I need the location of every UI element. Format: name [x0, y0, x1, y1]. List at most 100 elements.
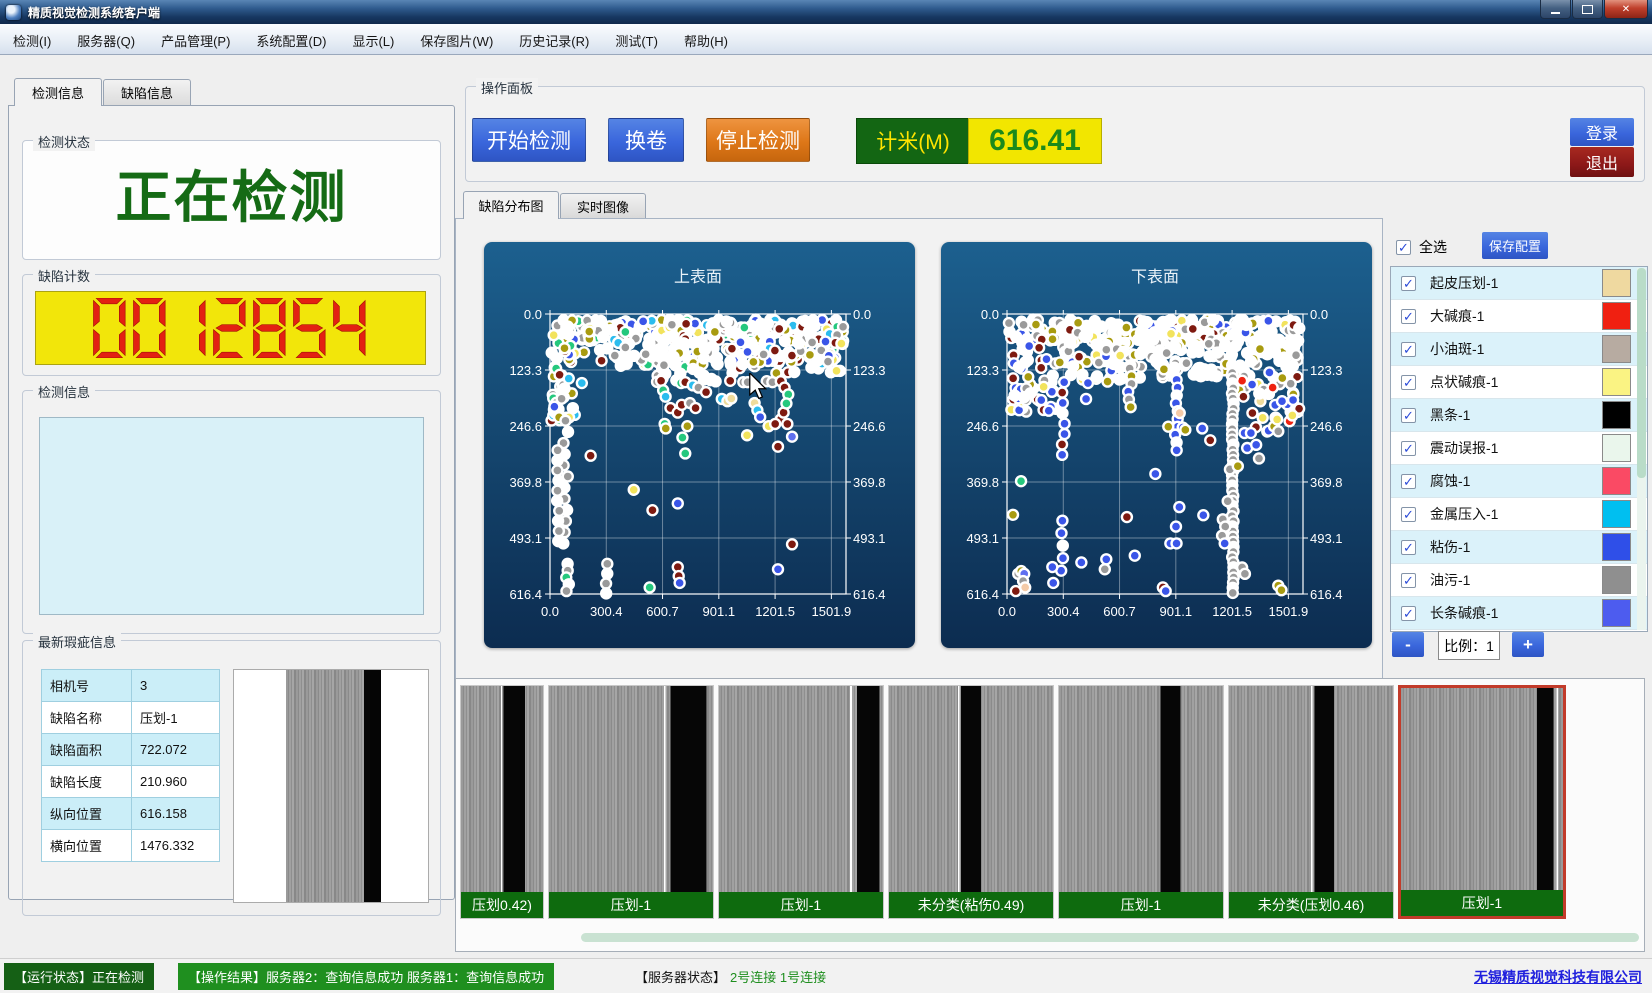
legend-scrollbar[interactable] — [1637, 268, 1646, 630]
latest-defect-image — [233, 669, 429, 903]
thumbnail-1[interactable]: 压划-1 — [548, 685, 714, 919]
legend-checkbox[interactable]: ✓ — [1401, 573, 1416, 588]
title-bar: 精质视觉检测系统客户端 ✕ — [0, 0, 1652, 24]
tab-detect-info[interactable]: 检测信息 — [14, 78, 102, 106]
legend-label: 点状碱痕-1 — [1430, 372, 1602, 392]
window-title: 精质视觉检测系统客户端 — [28, 4, 160, 21]
thumbnail-5[interactable]: 未分类(压划0.46) — [1228, 685, 1394, 919]
logout-button[interactable]: 退出 — [1570, 147, 1634, 177]
tab-defect-map[interactable]: 缺陷分布图 — [463, 191, 559, 219]
table-row: 缺陷长度210.960 — [42, 766, 220, 798]
company-link[interactable]: 无锡精质视觉科技有限公司 — [1474, 967, 1642, 987]
thumbnail-3[interactable]: 未分类(粘伤0.49) — [888, 685, 1054, 919]
thumbnail-label: 未分类(粘伤0.49) — [889, 892, 1053, 918]
legend-scroll-thumb[interactable] — [1637, 268, 1646, 478]
svg-text:600.7: 600.7 — [646, 604, 679, 619]
select-all-checkbox[interactable]: ✓ — [1396, 240, 1411, 255]
legend-checkbox[interactable]: ✓ — [1401, 441, 1416, 456]
legend-checkbox[interactable]: ✓ — [1401, 540, 1416, 555]
legend-item-0[interactable]: ✓起皮压划-1 — [1391, 267, 1647, 300]
thumbnail-image — [549, 686, 713, 892]
scale-minus-button[interactable]: - — [1392, 632, 1424, 657]
menu-item-2[interactable]: 产品管理(P) — [148, 24, 243, 54]
legend-color-swatch — [1602, 599, 1631, 627]
legend-item-5[interactable]: ✓震动误报-1 — [1391, 432, 1647, 465]
menu-item-3[interactable]: 系统配置(D) — [243, 24, 339, 54]
svg-text:1501.9: 1501.9 — [1268, 604, 1308, 619]
maximize-button[interactable] — [1572, 0, 1603, 19]
legend-item-7[interactable]: ✓金属压入-1 — [1391, 498, 1647, 531]
svg-text:616.4: 616.4 — [1310, 587, 1343, 602]
thumbnail-4[interactable]: 压划-1 — [1058, 685, 1224, 919]
svg-text:493.1: 493.1 — [853, 531, 886, 546]
menu-item-6[interactable]: 历史记录(R) — [506, 24, 602, 54]
menu-item-1[interactable]: 服务器(Q) — [64, 24, 148, 54]
meter-label: 计米(M) — [856, 118, 970, 164]
legend-color-swatch — [1602, 566, 1631, 594]
menu-item-0[interactable]: 检测(I) — [0, 24, 64, 54]
svg-text:300.4: 300.4 — [1047, 604, 1080, 619]
legend-color-swatch — [1602, 401, 1631, 429]
row-value: 722.072 — [132, 734, 220, 766]
legend-item-2[interactable]: ✓ 小油斑-1 — [1391, 333, 1647, 366]
svg-text:246.6: 246.6 — [966, 419, 999, 434]
defect-counter-title: 缺陷计数 — [33, 266, 95, 285]
thumbnail-6[interactable]: 压划-1 — [1398, 685, 1566, 919]
thumbnail-scrollbar[interactable] — [581, 933, 1639, 942]
legend-checkbox[interactable]: ✓ — [1401, 408, 1416, 423]
row-value: 压划-1 — [132, 702, 220, 734]
scale-label: 比例：1 — [1438, 631, 1500, 660]
menu-item-7[interactable]: 测试(T) — [602, 24, 671, 54]
svg-text:0.0: 0.0 — [524, 307, 542, 322]
legend-item-10[interactable]: ✓长条碱痕-1 — [1391, 597, 1647, 630]
row-label: 缺陷名称 — [42, 702, 132, 734]
svg-text:1201.5: 1201.5 — [1212, 604, 1252, 619]
table-row: 缺陷名称压划-1 — [42, 702, 220, 734]
thumbnail-image — [1059, 686, 1223, 892]
server-state-label: 【服务器状态】 — [635, 967, 726, 986]
row-value: 616.158 — [132, 798, 220, 830]
legend-checkbox[interactable]: ✓ — [1401, 606, 1416, 621]
legend-item-4[interactable]: ✓黑条-1 — [1391, 399, 1647, 432]
start-detect-button[interactable]: 开始检测 — [472, 118, 586, 162]
minimize-button[interactable] — [1540, 0, 1571, 19]
thumbnail-0[interactable]: 压划0.42) — [460, 685, 544, 919]
legend-item-6[interactable]: ✓腐蚀-1 — [1391, 465, 1647, 498]
login-button[interactable]: 登录 — [1570, 118, 1634, 146]
svg-text:123.3: 123.3 — [509, 363, 542, 378]
operation-panel-title: 操作面板 — [476, 78, 538, 97]
svg-text:123.3: 123.3 — [966, 363, 999, 378]
menu-item-4[interactable]: 显示(L) — [339, 24, 407, 54]
legend-item-1[interactable]: ✓大碱痕-1 — [1391, 300, 1647, 333]
detect-status-group: 检测状态 正在检测 — [22, 140, 441, 260]
save-config-button[interactable]: 保存配置 — [1482, 232, 1548, 259]
legend-checkbox[interactable]: ✓ — [1401, 276, 1416, 291]
stop-detect-button[interactable]: 停止检测 — [706, 118, 810, 162]
menu-item-8[interactable]: 帮助(H) — [671, 24, 741, 54]
status-bar: 【运行状态】正在检测 【操作结果】服务器2：查询信息成功 服务器1：查询信息成功… — [0, 958, 1652, 993]
svg-text:0.0: 0.0 — [998, 604, 1016, 619]
row-label: 纵向位置 — [42, 798, 132, 830]
select-all-label: 全选 — [1419, 237, 1447, 257]
svg-text:123.3: 123.3 — [1310, 363, 1343, 378]
scale-plus-button[interactable]: + — [1512, 632, 1544, 657]
tab-defect-info[interactable]: 缺陷信息 — [103, 79, 191, 105]
legend-item-9[interactable]: ✓油污-1 — [1391, 564, 1647, 597]
chart-bottom-surface: 下表面0.00.0123.3123.3246.6246.6369.8369.84… — [941, 242, 1372, 648]
legend-checkbox[interactable]: ✓ — [1401, 375, 1416, 390]
menu-item-5[interactable]: 保存图片(W) — [407, 24, 506, 54]
thumbnail-2[interactable]: 压划-1 — [718, 685, 884, 919]
svg-text:上表面: 上表面 — [674, 268, 722, 286]
legend-item-8[interactable]: ✓粘伤-1 — [1391, 531, 1647, 564]
legend-checkbox[interactable]: ✓ — [1401, 507, 1416, 522]
legend-item-3[interactable]: ✓ 点状碱痕-1 — [1391, 366, 1647, 399]
thumbnail-label: 压划-1 — [1401, 890, 1563, 916]
legend-label: 小油斑-1 — [1430, 339, 1602, 359]
change-roll-button[interactable]: 换卷 — [608, 118, 684, 162]
close-button[interactable]: ✕ — [1604, 0, 1648, 19]
legend-checkbox[interactable]: ✓ — [1401, 342, 1416, 357]
legend-checkbox[interactable]: ✓ — [1401, 309, 1416, 324]
tab-live-image[interactable]: 实时图像 — [560, 193, 646, 219]
close-icon: ✕ — [1622, 4, 1630, 15]
legend-checkbox[interactable]: ✓ — [1401, 474, 1416, 489]
